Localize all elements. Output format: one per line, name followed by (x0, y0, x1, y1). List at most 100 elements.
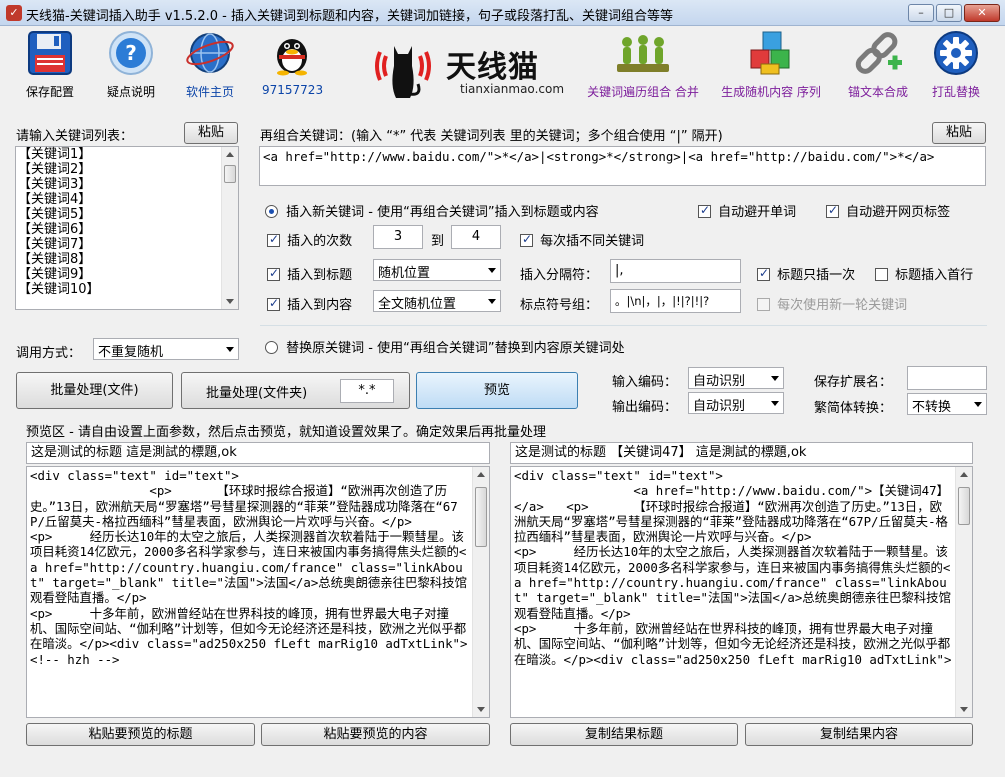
app-icon: ✓ (6, 5, 22, 21)
input-encoding-select[interactable]: 自动识别 (688, 367, 784, 389)
auto-avoid-word-option[interactable]: 自动避开单词 (698, 201, 796, 220)
trad-simp-label: 繁简体转换： (814, 401, 893, 416)
shuffle-replace-label: 打乱替换 (931, 85, 980, 99)
diff-each-label: 每次插不同关键词 (540, 234, 645, 249)
window-title: 天线猫-关键词插入助手 v1.5.2.0 - 插入关键词到标题和内容，关键词加链… (26, 9, 673, 24)
batch-file-button[interactable]: 批量处理(文件) (16, 372, 173, 409)
close-button[interactable]: ✕ (964, 4, 1000, 22)
gen-random-tool[interactable]: 生成随机内容 序列 (718, 30, 824, 100)
preview-button[interactable]: 预览 (416, 372, 578, 409)
title-once-checkbox[interactable] (757, 266, 770, 281)
homepage-label: 软件主页 (185, 85, 234, 99)
keyword-list-items: 【关键词1】 【关键词2】 【关键词3】 【关键词4】 【关键词5】 【关键词6】 【关键词… (16, 147, 238, 297)
left-title-input[interactable]: 这是测试的标题 這是測試的標題,ok (26, 442, 490, 464)
batch-folder-label: 批量处理(文件夹) (206, 386, 308, 401)
right-content-scrollbar[interactable] (955, 467, 972, 717)
separator-input[interactable]: |, (610, 259, 741, 283)
input-encoding-value: 自动识别 (693, 374, 746, 389)
diff-each-option[interactable]: 每次插不同关键词 (520, 230, 644, 249)
globe-icon (180, 30, 240, 79)
title-bar: ✓ 天线猫-关键词插入助手 v1.5.2.0 - 插入关键词到标题和内容，关键词… (0, 0, 1005, 26)
qq-tool[interactable]: 97157723 (262, 30, 323, 97)
shuffle-replace-tool[interactable]: 打乱替换 (926, 30, 986, 100)
keyword-list-item[interactable]: 【关键词2】 (18, 162, 236, 177)
kw-traverse-label: 关键词遍历组合 合并 (587, 85, 699, 99)
insert-content-label: 插入到内容 (287, 298, 353, 313)
keyword-list-label: 请输入关键词列表： (16, 129, 134, 144)
save-ext-input[interactable] (907, 366, 987, 390)
copy-result-title-button[interactable]: 复制结果标题 (510, 723, 738, 746)
title-position-select[interactable]: 随机位置 (373, 259, 501, 281)
new-round-label: 每次使用新一轮关键词 (777, 298, 908, 313)
output-encoding-select[interactable]: 自动识别 (688, 392, 784, 414)
insert-title-option[interactable]: 插入到标题 (267, 264, 352, 283)
logo-domain: tianxianmao.com (460, 82, 565, 96)
options-divider (260, 325, 987, 326)
minimize-button[interactable]: – (908, 4, 934, 22)
title-once-option[interactable]: 标题只插一次 (757, 264, 855, 283)
left-content-scrollbar[interactable] (472, 467, 489, 717)
title-first-option[interactable]: 标题插入首行 (875, 264, 973, 283)
save-config-tool[interactable]: 保存配置 (22, 30, 78, 100)
auto-avoid-word-checkbox[interactable] (698, 203, 711, 218)
keyword-list-item[interactable]: 【关键词3】 (18, 177, 236, 192)
homepage-tool[interactable]: 软件主页 (180, 30, 240, 100)
keyword-list[interactable]: 【关键词1】 【关键词2】 【关键词3】 【关键词4】 【关键词5】 【关键词6】 【关键词… (15, 146, 239, 310)
call-mode-select[interactable]: 不重复随机 (93, 338, 239, 360)
output-encoding-value: 自动识别 (693, 399, 746, 414)
left-content-textarea[interactable]: <div class="text" id="text"> <p> 【环球时报综合… (26, 466, 490, 718)
insert-times-max-input[interactable]: 4 (451, 225, 501, 249)
copy-result-content-button[interactable]: 复制结果内容 (745, 723, 973, 746)
paste-preview-title-button[interactable]: 粘贴要预览的标题 (26, 723, 255, 746)
insert-times-checkbox[interactable] (267, 232, 280, 247)
keyword-list-item[interactable]: 【关键词1】 (18, 147, 236, 162)
punct-input[interactable]: 。|\n|，|，|!|?|!|? (610, 289, 741, 313)
keyword-list-item[interactable]: 【关键词10】 (18, 282, 236, 297)
insert-new-radio[interactable] (265, 205, 278, 218)
tianxianmao-logo[interactable]: 天线猫 tianxianmao.com (372, 36, 582, 102)
insert-title-checkbox[interactable] (267, 266, 280, 281)
batch-folder-button[interactable]: 批量处理(文件夹) *.* (181, 372, 410, 409)
right-content-textarea[interactable]: <div class="text" id="text"> <a href="ht… (510, 466, 973, 718)
paste-preview-content-button[interactable]: 粘贴要预览的内容 (261, 723, 490, 746)
trad-simp-select[interactable]: 不转换 (907, 393, 987, 415)
auto-avoid-tag-option[interactable]: 自动避开网页标签 (826, 201, 950, 220)
right-content-text: <div class="text" id="text"> <a href="ht… (514, 468, 952, 667)
replace-orig-option[interactable]: 替换原关键词 - 使用“再组合关键词”替换到内容原关键词处 (265, 337, 625, 356)
replace-orig-radio[interactable] (265, 341, 278, 354)
anchor-merge-tool[interactable]: 锚文本合成 (842, 30, 914, 100)
title-first-checkbox[interactable] (875, 268, 888, 281)
auto-avoid-tag-checkbox[interactable] (826, 203, 839, 218)
insert-times-label: 插入的次数 (287, 234, 353, 249)
keyword-list-item[interactable]: 【关键词4】 (18, 192, 236, 207)
people-group-icon (586, 30, 700, 79)
maximize-button[interactable]: □ (936, 4, 962, 22)
svg-text:?: ? (125, 41, 137, 65)
keyword-list-item[interactable]: 【关键词9】 (18, 267, 236, 282)
recombine-paste-button[interactable]: 粘贴 (932, 122, 986, 144)
insert-new-option[interactable]: 插入新关键词 - 使用“再组合关键词”插入到标题或内容 (265, 201, 599, 220)
preview-hint: 预览区 - 请自由设置上面参数，然后点击预览，就知道设置效果了。确定效果后再批量… (26, 425, 546, 440)
ext-filter-input[interactable]: *.* (340, 379, 394, 403)
keyword-list-item[interactable]: 【关键词7】 (18, 237, 236, 252)
insert-content-checkbox[interactable] (267, 296, 280, 311)
new-round-checkbox (757, 298, 770, 311)
keyword-list-scrollbar[interactable] (221, 147, 238, 309)
insert-content-option[interactable]: 插入到内容 (267, 294, 352, 313)
recombine-input[interactable]: <a href="http://www.baidu.com/">*</a>|<s… (259, 146, 986, 186)
keyword-paste-button[interactable]: 粘贴 (184, 122, 238, 144)
diff-each-checkbox[interactable] (520, 232, 533, 247)
keyword-list-item[interactable]: 【关键词5】 (18, 207, 236, 222)
separator-label: 插入分隔符： (520, 268, 599, 283)
keyword-list-item[interactable]: 【关键词6】 (18, 222, 236, 237)
save-config-label: 保存配置 (25, 85, 74, 99)
cat-antenna-icon (375, 46, 431, 98)
keyword-list-item[interactable]: 【关键词8】 (18, 252, 236, 267)
faq-tool[interactable]: ? 疑点说明 (101, 30, 161, 100)
content-position-select[interactable]: 全文随机位置 (373, 290, 501, 312)
right-title-input[interactable]: 这是测试的标题 【关键词47】 這是測試的標題,ok (510, 442, 973, 464)
call-mode-value: 不重复随机 (98, 345, 164, 360)
insert-times-option[interactable]: 插入的次数 (267, 230, 352, 249)
insert-times-min-input[interactable]: 3 (373, 225, 423, 249)
kw-traverse-tool[interactable]: 关键词遍历组合 合并 (586, 30, 700, 100)
